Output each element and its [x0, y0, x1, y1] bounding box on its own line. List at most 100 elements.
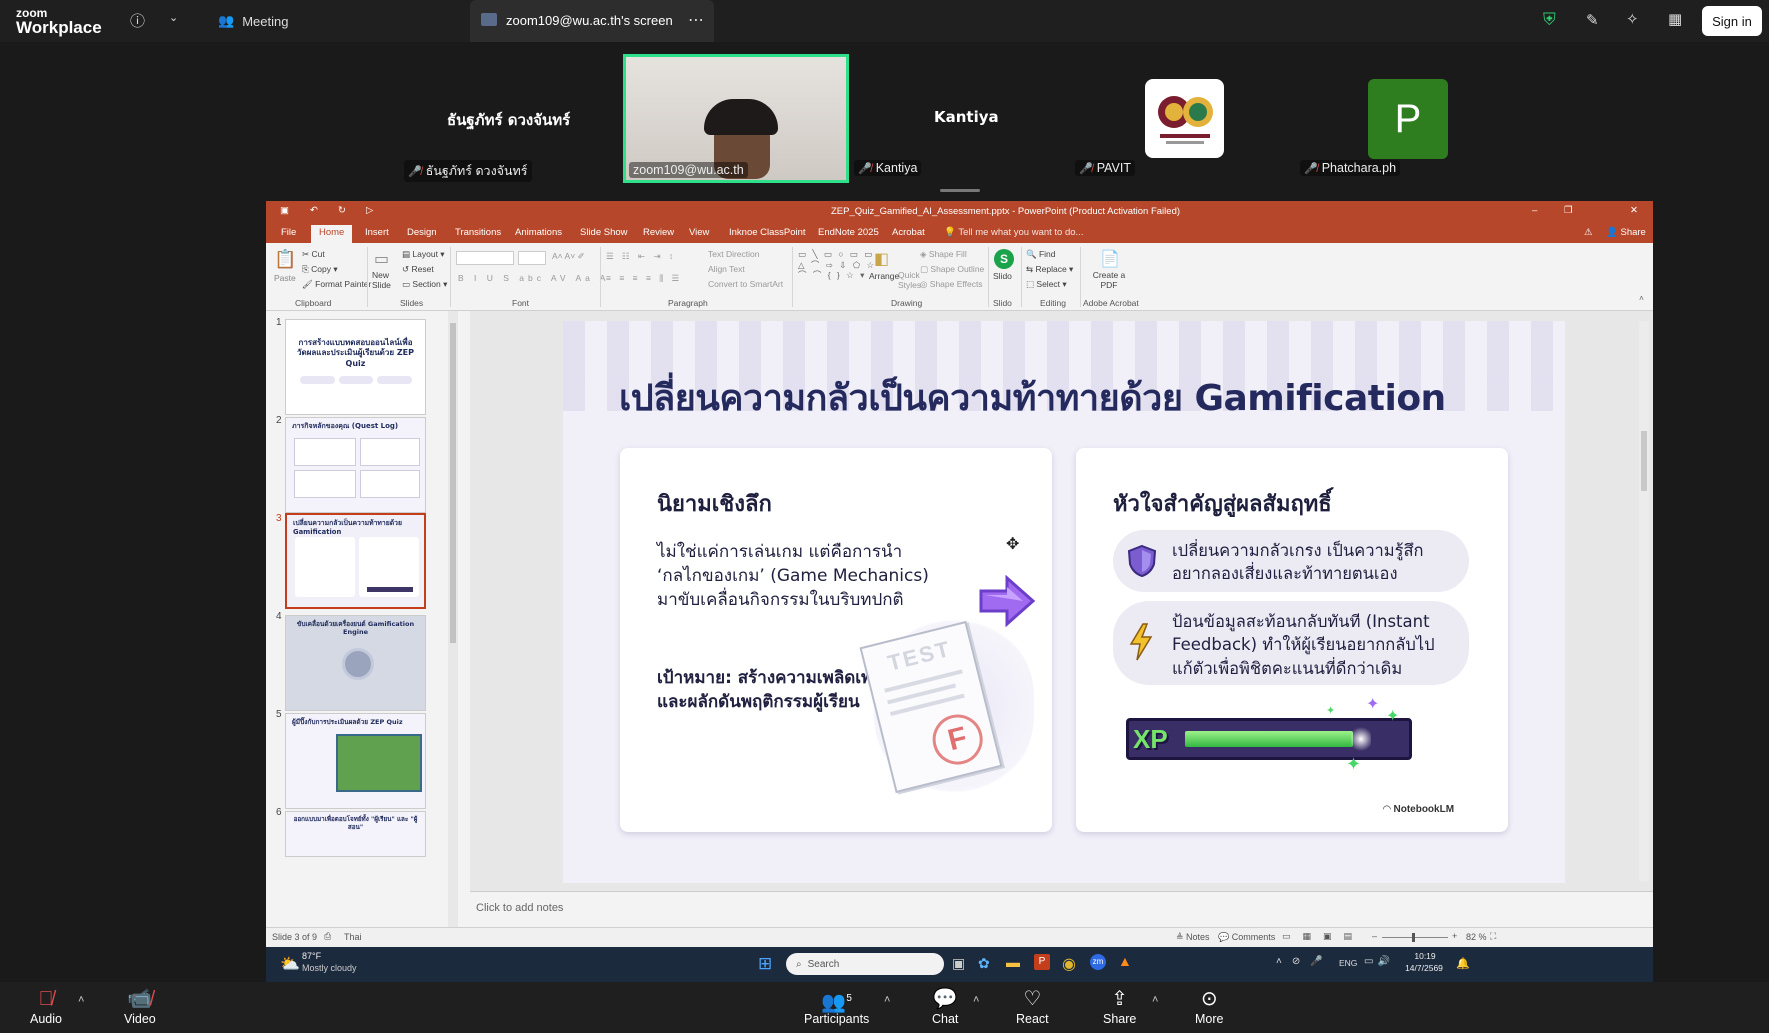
arrange-icon[interactable]: ◧ [874, 249, 889, 269]
notes-toggle[interactable]: ≜ Notes [1176, 932, 1210, 943]
zoom-app-icon[interactable]: zm [1090, 954, 1106, 970]
notifications-icon[interactable]: 🔔 [1456, 957, 1470, 970]
screen-share-tab[interactable]: zoom109@wu.ac.th's screen ⋯ [470, 0, 714, 42]
vlc-icon[interactable]: ▲ [1118, 953, 1132, 969]
apps-icon[interactable]: ▦ [1668, 10, 1682, 28]
tell-me-box[interactable]: 💡 Tell me what you want to do... [944, 227, 1083, 238]
slide-thumbnail-5[interactable]: ผู้มีปิ๊งกับการประเมินผลด้วย ZEP Quiz [285, 713, 426, 809]
zoom-out-icon[interactable]: – [1372, 931, 1377, 941]
save-icon[interactable]: ▣ [280, 205, 289, 216]
paste-button[interactable]: Paste [274, 273, 296, 283]
font-size-dropdown[interactable] [518, 251, 546, 265]
more-options-icon[interactable]: ⋯ [688, 10, 704, 30]
text-direction-button[interactable]: Text Direction [708, 249, 760, 259]
slide-thumbnail-2[interactable]: ภารกิจหลักของคุณ (Quest Log) [285, 417, 426, 513]
meeting-button[interactable]: 👥 Meeting [218, 13, 288, 29]
tab-design[interactable]: Design [407, 227, 437, 238]
tab-slide-show[interactable]: Slide Show [580, 227, 628, 238]
align-buttons[interactable]: ≡ ≡ ≡ ≡ ⫼ ☰ [606, 273, 682, 284]
collapse-ribbon-icon[interactable]: ˄ [1639, 293, 1644, 303]
share-options-chevron-icon[interactable]: ˄ [1152, 994, 1158, 1006]
tab-transitions[interactable]: Transitions [455, 227, 501, 238]
file-explorer-icon[interactable]: ▬ [1006, 954, 1020, 970]
replace-button[interactable]: ⇆ Replace ▾ [1026, 264, 1073, 275]
tab-home[interactable]: Home [311, 225, 353, 243]
format-painter-button[interactable]: 🖌 Format Painter [302, 279, 371, 290]
font-grow-icon[interactable]: A˄ A˅ ✐ [552, 251, 585, 262]
tab-inknoe-classpoint[interactable]: Inknoe ClassPoint [729, 227, 806, 238]
slide-thumbnail-3-selected[interactable]: เปลี่ยนความกลัวเป็นความท้าทายด้วย Gamifi… [285, 513, 426, 609]
scrollbar-thumb[interactable] [450, 323, 456, 643]
spellcheck-icon[interactable]: ⎙ [324, 931, 331, 942]
scrollbar-thumb[interactable] [1641, 431, 1647, 491]
chevron-down-icon[interactable]: ⌄ [169, 11, 178, 24]
new-slide-icon[interactable]: ▭ [374, 249, 389, 269]
shape-fill-button[interactable]: ◈ Shape Fill [920, 249, 967, 260]
close-icon[interactable]: ✕ [1630, 205, 1638, 216]
taskbar-search[interactable]: ⌕ Search [786, 953, 944, 975]
slido-button[interactable]: Slido [993, 271, 1012, 281]
view-buttons[interactable]: ▭▦▣▤ [1282, 931, 1364, 942]
chat-options-chevron-icon[interactable]: ˄ [973, 994, 979, 1006]
active-speaker-video[interactable]: zoom109@wu.ac.th [623, 54, 849, 183]
notes-pane[interactable]: Click to add notes [470, 891, 1653, 927]
notes-placeholder[interactable]: Click to add notes [476, 902, 563, 914]
convert-smartart-button[interactable]: Convert to SmartArt [708, 279, 783, 289]
shape-effects-button[interactable]: ◎ Shape Effects [920, 279, 983, 290]
system-tray-icons[interactable]: ˄⊘🎤 [1276, 956, 1333, 967]
language-indicator[interactable]: Thai [344, 932, 362, 942]
slide-thumbnail-6[interactable]: ออกแบบมาเพื่อตอบโจทย์ทั้ง "ผู้เรียน" และ… [285, 811, 426, 857]
windows-start-icon[interactable]: ⊞ [758, 954, 772, 974]
cut-button[interactable]: ✂ Cut [302, 249, 325, 260]
redo-icon[interactable]: ↻ [338, 205, 346, 216]
copy-button[interactable]: ⎘ Copy ▾ [302, 264, 338, 275]
participants-options-chevron-icon[interactable]: ˄ [884, 994, 890, 1006]
clock-date[interactable]: 14/7/2569 [1396, 963, 1452, 973]
font-name-dropdown[interactable] [456, 251, 514, 265]
powerpoint-icon[interactable]: P [1034, 954, 1050, 970]
input-language[interactable]: ENG [1339, 958, 1357, 968]
tab-file[interactable]: File [281, 227, 296, 238]
ai-companion-icon[interactable]: ✧ [1626, 10, 1639, 28]
tab-review[interactable]: Review [643, 227, 674, 238]
shapes-gallery[interactable]: ▭ ╲ ▭ ○ ▭ ▭ △ ⌒ ⇨ ⇩ ⬠ ☆ ⌒ ⌒ { } ☆ ▾ [798, 249, 876, 281]
zoom-slider[interactable] [1382, 933, 1448, 942]
tab-acrobat[interactable]: Acrobat [892, 227, 925, 238]
new-slide-button[interactable]: New Slide [372, 270, 396, 291]
align-text-button[interactable]: Align Text [708, 264, 745, 274]
security-shield-icon[interactable]: ⛨ [1543, 10, 1556, 30]
font-format-buttons[interactable]: B I U S abc AV Aa A [458, 273, 609, 283]
comments-toggle[interactable]: 💬 Comments [1218, 932, 1275, 943]
video-button[interactable]: 📹̸ Video [124, 988, 156, 1026]
slide-thumbnail-1[interactable]: การสร้างแบบทดสอบออนไลน์เพื่อวัดผลและประเ… [285, 319, 426, 415]
weather-icon[interactable]: ⛅ [280, 954, 300, 974]
minimize-icon[interactable]: – [1532, 205, 1537, 216]
thumbnail-scrollbar[interactable] [448, 311, 458, 931]
arrange-button[interactable]: Arrange [869, 271, 899, 281]
tab-insert[interactable]: Insert [365, 227, 389, 238]
annotate-icon[interactable]: ✎ [1586, 11, 1599, 29]
network-volume-icons[interactable]: ▭🔊 [1364, 956, 1394, 967]
paste-icon[interactable]: 📋 [274, 249, 296, 270]
sign-in-button[interactable]: Sign in [1702, 6, 1762, 36]
zoom-in-icon[interactable]: + [1452, 931, 1457, 941]
find-button[interactable]: 🔍 Find [1026, 249, 1056, 260]
react-button[interactable]: ♡ React [1016, 988, 1049, 1026]
reset-button[interactable]: ↺ Reset [402, 264, 434, 275]
fit-slide-icon[interactable]: ⛶ [1490, 931, 1496, 942]
section-button[interactable]: ▭ Section ▾ [402, 279, 447, 290]
more-button[interactable]: ⊙ More [1195, 988, 1223, 1026]
layout-button[interactable]: ▤ Layout ▾ [402, 249, 445, 260]
select-button[interactable]: ⬚ Select ▾ [1026, 279, 1067, 290]
slide-scrollbar[interactable] [1639, 321, 1649, 881]
audio-button[interactable]: 🎙̸ Audio [30, 988, 62, 1026]
slide-thumbnail-4[interactable]: ขับเคลื่อนด้วยเครื่องยนต์ Gamification E… [285, 615, 426, 711]
clock-time[interactable]: 10:19 [1402, 951, 1448, 961]
zoom-level[interactable]: 82 % [1466, 932, 1487, 942]
tab-endnote[interactable]: EndNote 2025 [818, 227, 879, 238]
chat-button[interactable]: 💬 Chat [932, 988, 958, 1026]
tab-animations[interactable]: Animations [515, 227, 562, 238]
info-icon[interactable]: ⓘ [130, 10, 145, 31]
zoom-slider-thumb[interactable] [1412, 933, 1415, 942]
tab-view[interactable]: View [689, 227, 709, 238]
